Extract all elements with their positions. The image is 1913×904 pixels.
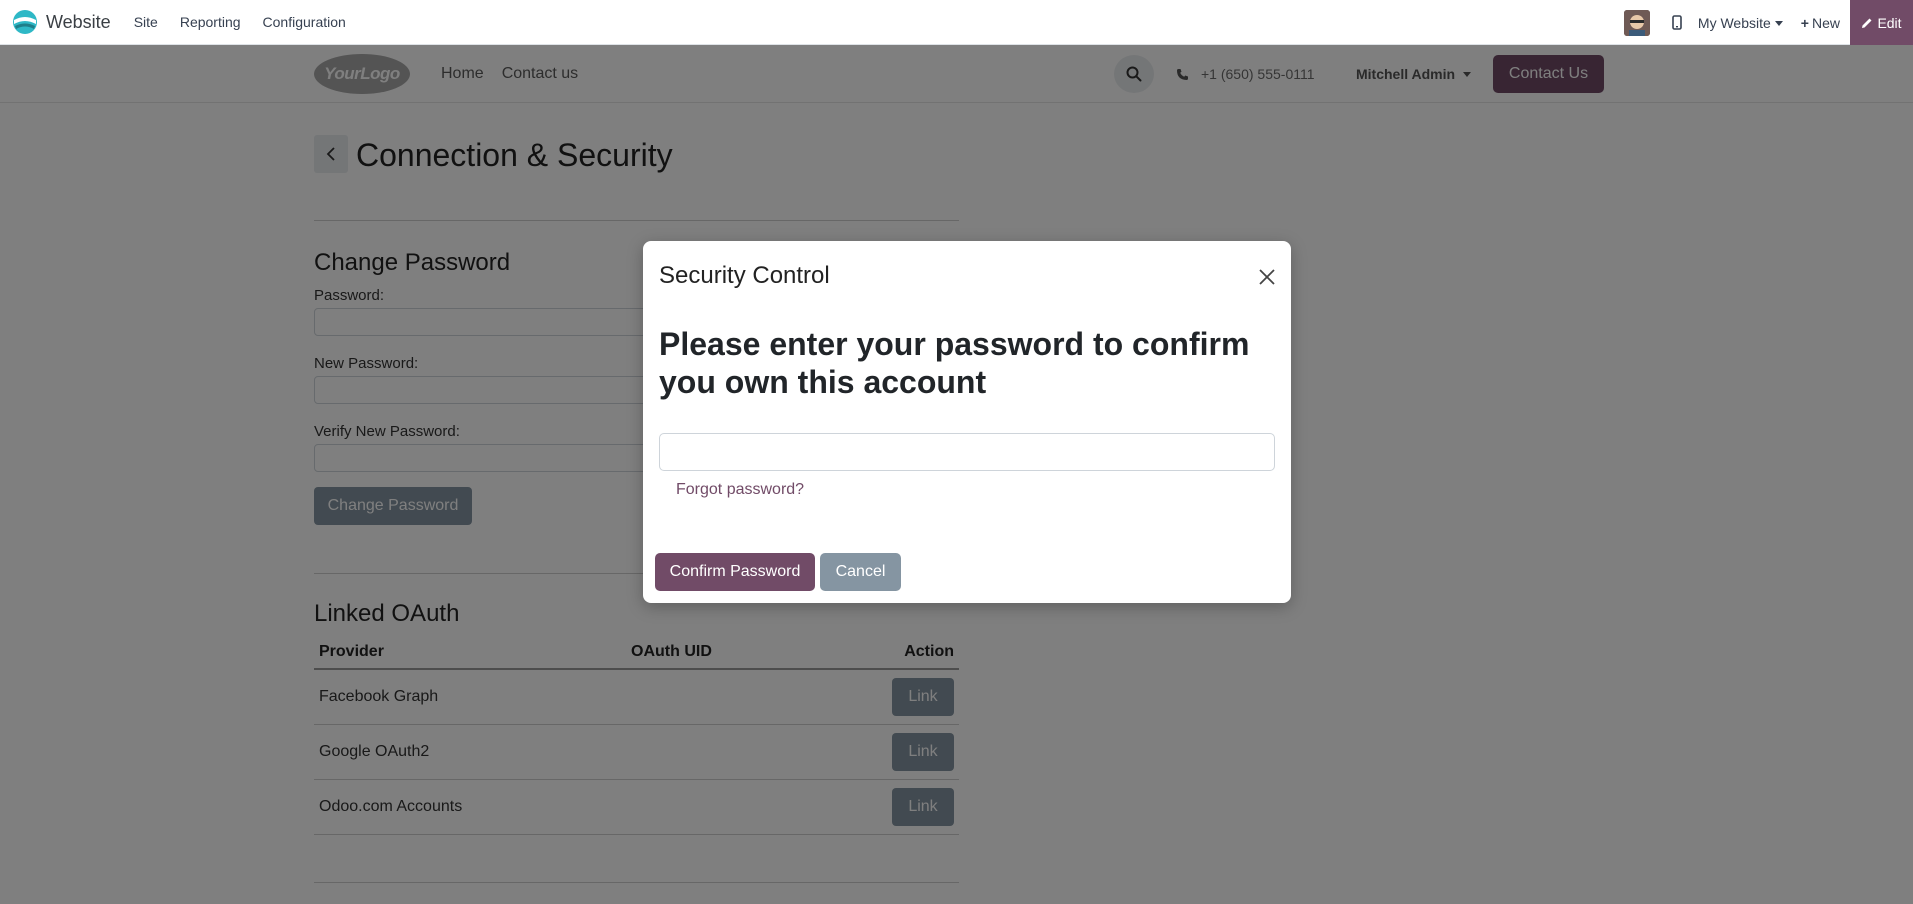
menu-reporting[interactable]: Reporting: [169, 14, 252, 30]
website-switcher[interactable]: My Website: [1698, 15, 1783, 31]
new-button[interactable]: + New: [1801, 15, 1840, 31]
cancel-label: Cancel: [835, 563, 886, 580]
mobile-preview-icon[interactable]: [1672, 15, 1682, 30]
website-switcher-label: My Website: [1697, 14, 1771, 31]
cancel-button[interactable]: Cancel: [820, 553, 901, 591]
edit-button-label: Edit: [1877, 14, 1902, 31]
website-app-icon: [13, 10, 37, 34]
admin-right-tools: My Website + New Edit: [1623, 0, 1913, 45]
user-avatar[interactable]: [1623, 9, 1650, 36]
pencil-icon: [1862, 18, 1872, 28]
app-name: Website: [46, 11, 111, 32]
confirm-password-label: Confirm Password: [669, 563, 801, 580]
confirm-password-input[interactable]: [659, 433, 1275, 471]
close-icon[interactable]: [1255, 265, 1279, 289]
menu-configuration[interactable]: Configuration: [252, 14, 357, 30]
menu-site[interactable]: Site: [123, 14, 169, 30]
app-brand[interactable]: Website: [12, 9, 111, 35]
dialog-title: Security Control: [659, 262, 830, 289]
confirm-password-button[interactable]: Confirm Password: [655, 553, 815, 591]
edit-button[interactable]: Edit: [1850, 0, 1913, 45]
security-control-dialog: Security Control Please enter your passw…: [643, 241, 1291, 603]
forgot-password-link[interactable]: Forgot password?: [676, 481, 804, 499]
dialog-heading: Please enter your password to confirm yo…: [659, 326, 1250, 400]
chevron-down-icon: [1774, 21, 1783, 27]
admin-menu: Site Reporting Configuration: [123, 14, 357, 30]
admin-navbar: Website Site Reporting Configuration My …: [0, 0, 1913, 45]
new-button-label: New: [1811, 14, 1840, 31]
plus-icon: +: [1800, 14, 1809, 31]
